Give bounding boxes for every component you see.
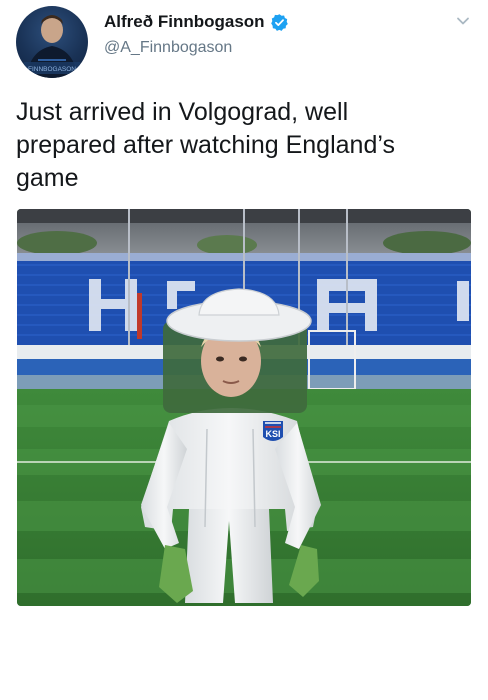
ksi-badge-label: KSI	[265, 429, 280, 439]
display-name-row: Alfreð Finnbogason	[104, 10, 289, 34]
tweet-header: FINNBOGASON Alfreð Finnbogason @A_Finnbo…	[0, 0, 488, 80]
chevron-down-icon[interactable]	[456, 14, 470, 28]
tweet-photo[interactable]: KSI	[17, 209, 471, 606]
avatar[interactable]: FINNBOGASON	[16, 6, 88, 78]
avatar-caption: FINNBOGASON	[28, 66, 76, 73]
ksi-badge: KSI	[263, 421, 283, 441]
display-name[interactable]: Alfreð Finnbogason	[104, 12, 265, 32]
handle[interactable]: @A_Finnbogason	[104, 39, 289, 57]
user-block: Alfreð Finnbogason @A_Finnbogason	[104, 10, 289, 57]
tweet-text: Just arrived in Volgograd, well prepared…	[16, 98, 395, 192]
verified-badge-icon	[270, 13, 289, 32]
